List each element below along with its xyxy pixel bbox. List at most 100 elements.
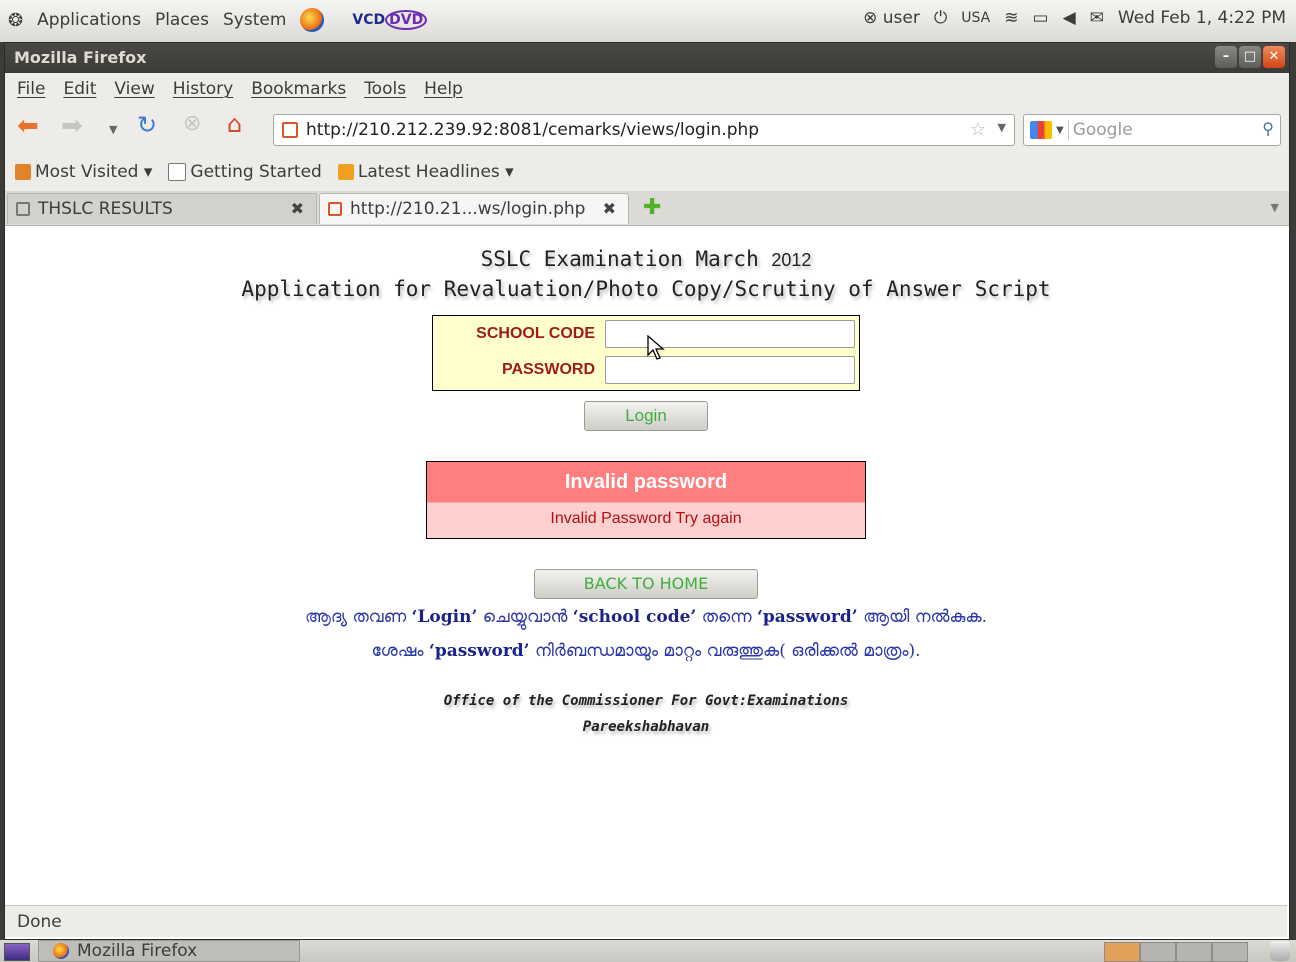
forward-arrow-icon[interactable]: ➡ — [61, 111, 83, 141]
url-dropdown-icon[interactable]: ▼ — [998, 121, 1006, 134]
stop-icon[interactable]: ⊗ — [183, 111, 201, 136]
reload-icon[interactable]: ↻ — [137, 111, 157, 139]
error-box: Invalid password Invalid Password Try ag… — [426, 461, 866, 539]
bookmark-label: Latest Headlines ▾ — [357, 162, 514, 182]
site-favicon-icon — [328, 202, 342, 216]
office-line-2: Pareekshabhavan — [582, 719, 710, 735]
url-bar[interactable]: http://210.212.239.92:8081/cemarks/views… — [273, 114, 1015, 146]
menu-file[interactable]: File — [17, 79, 45, 99]
tab-close-icon[interactable]: ✖ — [291, 199, 304, 218]
ubuntu-logo-icon[interactable]: ❂ — [8, 10, 23, 31]
back-to-home-button[interactable]: BACK TO HOME — [534, 569, 758, 599]
close-icon[interactable]: ✕ — [1263, 46, 1285, 68]
firefox-window: Mozilla Firefox – □ ✕ File Edit View His… — [4, 42, 1290, 940]
note-text: നിർബന്ധമായും മാറ്റം വരുത്തുക( ഒരിക്കൽ മാ… — [529, 641, 921, 661]
url-text: http://210.212.239.92:8081/cemarks/views… — [306, 120, 760, 140]
bookmark-label: Most Visited ▾ — [35, 162, 153, 182]
page-heading-application: Application for Revaluation/Photo Copy/S… — [241, 277, 1051, 301]
status-bar: Done — [5, 905, 1287, 937]
note-text: തന്നെ — [696, 607, 757, 627]
rss-icon — [337, 164, 354, 180]
folder-icon — [15, 164, 31, 180]
search-placeholder: Google — [1067, 120, 1133, 140]
user-icon: ⊗ — [863, 8, 878, 28]
dvd-label: DVD — [385, 10, 428, 30]
clock[interactable]: Wed Feb 1, 4:22 PM — [1118, 8, 1286, 28]
menu-view[interactable]: View — [114, 79, 154, 99]
wifi-icon[interactable]: ≋ — [1004, 8, 1018, 28]
note-text: ചെയ്യുവാൻ — [477, 607, 573, 627]
instruction-line-1: ആദ്യ തവണ ‘Login’ ചെയ്യുവാൻ ‘school code’… — [5, 607, 1287, 627]
firefox-launcher-icon[interactable] — [300, 8, 325, 32]
top-panel: ❂ Applications Places System VCD DVD ⊗ us… — [0, 0, 1296, 42]
taskbar-item-label: Mozilla Firefox — [77, 941, 198, 961]
vcd-dvd-launcher-icon[interactable]: VCD DVD — [352, 10, 428, 30]
show-desktop-icon[interactable] — [4, 943, 30, 961]
school-code-label: SCHOOL CODE — [476, 325, 595, 342]
tab-close-icon[interactable]: ✖ — [603, 199, 616, 218]
menu-edit[interactable]: Edit — [63, 79, 96, 99]
google-engine-icon[interactable] — [1030, 121, 1052, 139]
bookmark-latest-headlines[interactable]: Latest Headlines ▾ — [337, 162, 514, 182]
taskbar-firefox-item[interactable]: Mozilla Firefox — [38, 940, 300, 962]
volume-icon[interactable]: ◀ — [1063, 8, 1076, 28]
back-arrow-icon[interactable]: ⬅ — [17, 111, 39, 141]
navigation-toolbar: ⬅ ➡ ▼ ↻ ⊗ ⌂ http://210.212.239.92:8081/c… — [5, 105, 1289, 153]
heading-exam-text: SSLC Examination March — [480, 247, 759, 271]
workspace-3[interactable] — [1176, 942, 1212, 962]
menu-help[interactable]: Help — [424, 79, 463, 99]
minimize-icon[interactable]: – — [1215, 46, 1237, 68]
bookmark-getting-started[interactable]: Getting Started — [168, 162, 322, 182]
bottom-panel: Mozilla Firefox — [0, 940, 1296, 962]
bookmarks-toolbar: Most Visited ▾ Getting Started Latest He… — [5, 153, 1289, 191]
workspace-1[interactable] — [1104, 942, 1140, 962]
bookmark-label: Getting Started — [190, 162, 322, 182]
heading-year: 2012 — [771, 250, 812, 270]
home-icon[interactable]: ⌂ — [227, 110, 242, 138]
school-code-input[interactable] — [605, 320, 855, 348]
places-menu[interactable]: Places — [155, 10, 209, 30]
system-menu[interactable]: System — [223, 10, 286, 30]
page-icon — [16, 202, 30, 216]
bookmark-most-visited[interactable]: Most Visited ▾ — [15, 162, 152, 182]
bookmark-star-icon[interactable]: ☆ — [970, 119, 986, 140]
password-input[interactable] — [605, 356, 855, 384]
workspace-2[interactable] — [1140, 942, 1176, 962]
tab-thslc-results[interactable]: THSLC RESULTS ✖ — [7, 193, 317, 224]
search-bar[interactable]: ▼ Google ⚲ — [1023, 114, 1281, 146]
page-heading-exam: SSLC Examination March 2012 — [5, 247, 1287, 271]
note-text: ആദ്യ തവണ — [304, 607, 412, 627]
battery-icon[interactable]: ▭ — [1033, 8, 1049, 28]
new-tab-plus-icon[interactable]: ✚ — [643, 195, 661, 220]
search-icon[interactable]: ⚲ — [1262, 119, 1274, 138]
title-bar[interactable]: Mozilla Firefox – □ ✕ — [5, 43, 1289, 73]
workspace-4[interactable] — [1212, 942, 1248, 962]
trash-icon[interactable] — [1270, 941, 1290, 961]
login-button[interactable]: Login — [584, 401, 708, 431]
search-engine-dropdown-icon[interactable]: ▼ — [1056, 125, 1064, 136]
user-indicator[interactable]: ⊗ user — [863, 8, 920, 28]
page-icon — [168, 163, 187, 181]
list-all-tabs-icon[interactable]: ▼ — [1271, 201, 1279, 214]
note-keyword: ‘password’ — [756, 607, 858, 627]
menu-bar: File Edit View History Bookmarks Tools H… — [5, 73, 1289, 105]
instruction-line-2: ശേഷം ‘password’ നിർബന്ധമായും മാറ്റം വരുത… — [5, 641, 1287, 661]
menu-tools[interactable]: Tools — [364, 79, 406, 99]
mouse-cursor-icon — [647, 335, 665, 360]
page-content: SSLC Examination March 2012 Application … — [5, 237, 1287, 903]
applications-menu[interactable]: Applications — [37, 10, 141, 30]
note-keyword: ‘school code’ — [572, 607, 697, 627]
mail-icon[interactable]: ✉ — [1090, 8, 1104, 28]
history-dropdown-icon[interactable]: ▼ — [109, 123, 117, 136]
vcd-label: VCD — [352, 12, 386, 28]
firefox-icon — [53, 943, 69, 959]
menu-history[interactable]: History — [173, 79, 233, 99]
menu-bookmarks[interactable]: Bookmarks — [251, 79, 346, 99]
maximize-icon[interactable]: □ — [1239, 46, 1261, 68]
note-keyword: ‘Login’ — [411, 607, 478, 627]
keyboard-layout[interactable]: USA — [961, 10, 990, 26]
error-title: Invalid password — [427, 462, 865, 503]
password-label: PASSWORD — [501, 361, 595, 378]
tab-login-page[interactable]: http://210.21...ws/login.php ✖ — [319, 193, 629, 224]
power-icon[interactable]: ⏻ — [934, 8, 947, 28]
